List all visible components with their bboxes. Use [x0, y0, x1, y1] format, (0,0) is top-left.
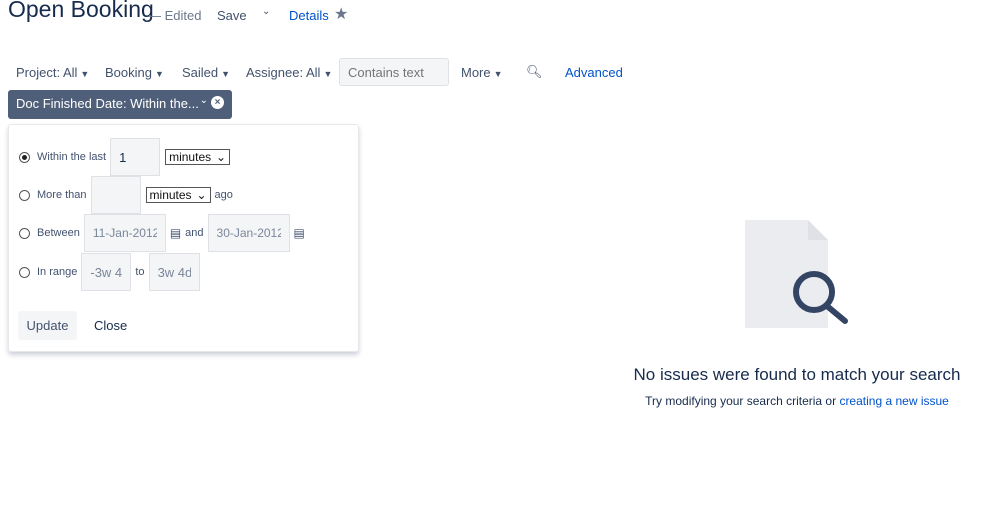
- page-title: Open Booking: [8, 0, 154, 22]
- project-filter[interactable]: Project: All ▼: [16, 65, 89, 80]
- booking-filter-label: Booking: [105, 65, 152, 80]
- and-label: and: [185, 227, 204, 239]
- clear-filter-icon[interactable]: ×: [211, 96, 224, 109]
- empty-state-title: No issues were found to match your searc…: [633, 365, 961, 384]
- more-than-unit-select[interactable]: minutes ⌄: [145, 187, 211, 203]
- sailed-filter[interactable]: Sailed ▼: [182, 65, 230, 80]
- ago-label: ago: [214, 189, 233, 201]
- booking-filter[interactable]: Booking ▼: [105, 65, 164, 80]
- search-icon[interactable]: 🔍︎: [526, 64, 543, 80]
- star-icon[interactable]: ★: [334, 4, 348, 24]
- empty-state-hint: Try modifying your search criteria or cr…: [610, 394, 984, 408]
- hint-text: Try modifying your search criteria or: [645, 394, 840, 408]
- within-label: Within the last: [37, 151, 107, 163]
- between-radio[interactable]: [19, 227, 30, 239]
- more-filter[interactable]: More ▼: [461, 65, 503, 80]
- more-than-value-input[interactable]: [90, 176, 141, 214]
- chevron-down-icon: ⌄: [216, 150, 227, 164]
- assignee-filter-label: Assignee: All: [246, 65, 321, 80]
- create-issue-link[interactable]: creating a new issue: [839, 394, 948, 408]
- edited-status: — Edited: [148, 8, 202, 23]
- search-input[interactable]: [339, 58, 449, 86]
- to-label: to: [135, 266, 145, 278]
- advanced-link[interactable]: Advanced: [565, 65, 623, 80]
- within-radio[interactable]: [19, 151, 30, 163]
- chevron-down-icon: ⌄: [199, 95, 208, 106]
- details-link[interactable]: Details: [289, 8, 329, 23]
- filter-chip-label: Doc Finished Date: Within the...: [16, 96, 199, 111]
- within-value-input[interactable]: [110, 138, 161, 176]
- calendar-icon[interactable]: ▤: [294, 226, 305, 240]
- between-label: Between: [37, 227, 80, 239]
- project-filter-label: Project: All: [16, 65, 78, 80]
- more-than-unit-value: minutes: [149, 188, 192, 202]
- more-than-label: More than: [37, 189, 87, 201]
- more-filter-label: More: [461, 65, 491, 80]
- in-range-radio[interactable]: [19, 266, 30, 278]
- date-filter-panel: Within the last minutes ⌄ More than minut…: [8, 124, 359, 352]
- save-options-chevron-icon[interactable]: ⌄: [262, 6, 270, 17]
- sailed-filter-label: Sailed: [182, 65, 219, 80]
- save-button[interactable]: Save: [217, 8, 247, 23]
- chevron-down-icon: ▼: [493, 69, 503, 79]
- chevron-down-icon: ▼: [221, 69, 231, 79]
- within-unit-select[interactable]: minutes ⌄: [165, 149, 231, 165]
- doc-finished-date-filter[interactable]: Doc Finished Date: Within the... ⌄ ×: [8, 90, 232, 119]
- chevron-down-icon: ⌄: [196, 188, 207, 202]
- calendar-icon[interactable]: ▤: [170, 226, 181, 240]
- range-to-input[interactable]: [148, 253, 200, 291]
- close-button[interactable]: Close: [94, 318, 127, 333]
- between-from-input[interactable]: [83, 214, 166, 252]
- range-from-input[interactable]: [81, 253, 132, 291]
- in-range-label: In range: [37, 266, 78, 278]
- chevron-down-icon: ▼: [154, 69, 164, 79]
- more-than-radio[interactable]: [19, 189, 30, 201]
- within-unit-value: minutes: [169, 150, 212, 164]
- assignee-filter[interactable]: Assignee: All ▼: [246, 65, 332, 80]
- no-results-document-icon: [745, 220, 848, 328]
- chevron-down-icon: ▼: [323, 69, 333, 79]
- chevron-down-icon: ▼: [80, 69, 90, 79]
- between-to-input[interactable]: [207, 214, 290, 252]
- update-button[interactable]: Update: [18, 311, 77, 340]
